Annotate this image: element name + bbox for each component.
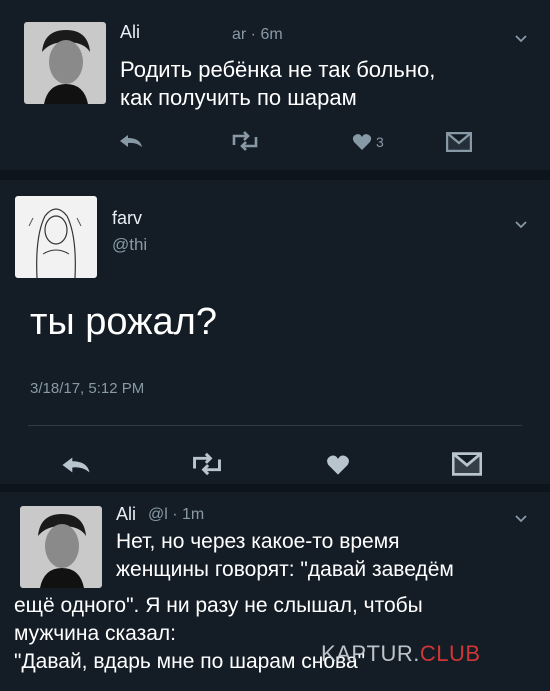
reply-icon[interactable]	[118, 133, 144, 149]
author-handle-time: @l · 1m	[148, 506, 205, 523]
avatar[interactable]	[24, 22, 106, 104]
watermark: KAPTUR.CLUB	[321, 641, 481, 667]
like-icon[interactable]	[326, 454, 350, 476]
tweet-text: ты рожал?	[30, 301, 217, 343]
dm-icon[interactable]	[446, 132, 472, 152]
tweet-text-line: ещё одного". Я ни разу не слышал, чтобы	[14, 594, 423, 617]
avatar[interactable]	[15, 196, 97, 278]
tweet-meta: ar · 6m	[232, 26, 283, 43]
tweet-1: Ali ar · 6m Родить ребёнка не так больно…	[0, 0, 550, 170]
retweet-icon[interactable]	[230, 131, 260, 151]
tweet-text-line: женщины говорят: "давай заведём	[116, 558, 454, 581]
tweet-text-line: Родить ребёнка не так больно,	[120, 57, 436, 82]
tweet-2: farv @thi ты рожал? 3/18/17, 5:12 PM	[0, 180, 550, 485]
tweet-text: Родить ребёнка не так больно, как получи…	[120, 56, 435, 112]
chevron-down-icon[interactable]	[514, 218, 528, 232]
chevron-down-icon[interactable]	[514, 32, 528, 46]
tweet-timestamp: 3/18/17, 5:12 PM	[30, 380, 145, 397]
dm-icon[interactable]	[452, 452, 482, 476]
tweet-text-line: Нет, но через какое-то время	[116, 530, 400, 553]
chevron-down-icon[interactable]	[514, 512, 528, 526]
author-name[interactable]: Ali	[120, 22, 140, 43]
section-separator	[0, 484, 550, 492]
divider	[28, 425, 522, 426]
author-handle[interactable]: @thi	[112, 235, 147, 255]
avatar[interactable]	[20, 506, 102, 588]
retweet-icon[interactable]	[190, 452, 224, 476]
author-name[interactable]: farv	[112, 208, 142, 229]
tweet-text-line: как получить по шарам	[120, 85, 357, 111]
watermark-text-accent: CLUB	[419, 641, 481, 666]
tweet-text: Нет, но через какое-то время женщины гов…	[116, 528, 454, 584]
like-icon[interactable]	[352, 133, 372, 151]
author-name[interactable]: Ali	[116, 504, 136, 525]
section-separator	[0, 170, 550, 180]
like-count: 3	[376, 134, 384, 150]
watermark-text: KAPTUR.	[321, 641, 420, 666]
reply-icon[interactable]	[60, 455, 92, 475]
